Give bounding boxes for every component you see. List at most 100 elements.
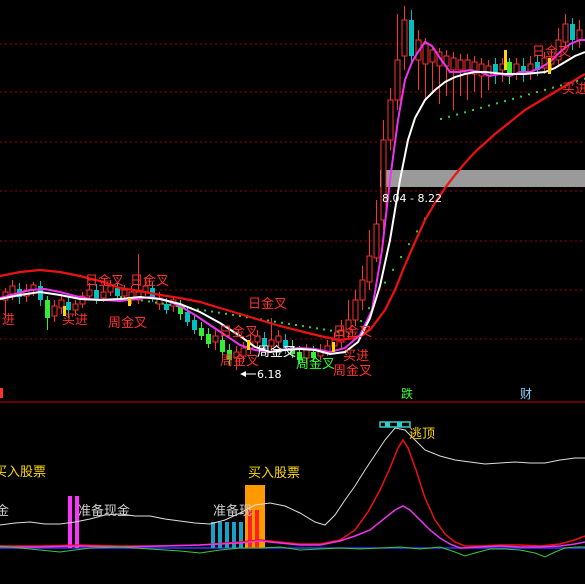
stop-dot [536, 91, 538, 94]
stop-dot [472, 109, 474, 112]
candle-body [359, 279, 366, 301]
buy-label: 买进 [562, 82, 585, 97]
cross-label-day-extra: 进 [2, 313, 15, 328]
indicator-red-line [0, 438, 585, 547]
stop-dot [488, 104, 490, 107]
candle-body [164, 304, 169, 310]
price-range-label: 8.04 - 8.22 [382, 192, 442, 205]
stop-dot [288, 322, 290, 325]
candlestick-series [2, 6, 583, 370]
candle-body [387, 99, 394, 141]
cross-label-week: 周金叉 [333, 363, 372, 379]
candle-body [409, 20, 414, 56]
cross-label-day: 日金叉 [219, 324, 258, 340]
stop-dot [360, 320, 362, 322]
trailing-stop-dots [120, 77, 585, 333]
candle-body [562, 23, 569, 43]
candle-body [457, 59, 464, 71]
cross-label-week: 周金叉 [257, 344, 296, 360]
stop-dot [504, 100, 506, 103]
stop-dot [120, 296, 122, 298]
stop-dot [512, 97, 514, 100]
stop-dot [162, 302, 164, 305]
candle-body [366, 255, 373, 283]
candle-body [121, 289, 128, 297]
candle-body [100, 291, 107, 299]
stop-dot [520, 95, 522, 98]
stop-dot [464, 111, 466, 114]
event-tags: 跌 财 [0, 386, 532, 401]
tag-die[interactable]: 跌 [401, 386, 413, 401]
stop-dot [225, 312, 227, 315]
prepare-cash-partial-label: 准备现 [213, 503, 252, 519]
stop-dot [211, 310, 213, 313]
stop-dot [302, 325, 304, 328]
candle-body [9, 285, 16, 295]
indicator-panel: 逃顶 买入股票 买入股票 准备现金 准备现 金 [0, 421, 585, 558]
candle-body [72, 303, 79, 311]
cross-label-day-extra: 日金叉 [333, 324, 372, 340]
stop-dot [496, 102, 498, 105]
stop-dot [274, 320, 276, 323]
stop-dot [440, 118, 442, 120]
stop-dot [552, 86, 554, 89]
stop-dot [384, 281, 386, 284]
prepare-cash-label: 准备现金 [78, 503, 130, 519]
candle-body [45, 300, 50, 318]
candle-body [422, 43, 429, 65]
candle-body [429, 49, 436, 63]
stop-dot [232, 313, 234, 316]
price-range-box[interactable] [380, 170, 585, 187]
stop-dot [392, 268, 394, 271]
stop-dot [400, 256, 402, 258]
ma-magenta-line [0, 39, 585, 354]
stop-dot [141, 299, 143, 302]
candle-body [212, 335, 219, 343]
stop-dot [528, 93, 530, 96]
cross-label-week: 周金叉 [220, 353, 259, 369]
escape-top-label: 逃顶 [409, 427, 435, 442]
stop-dot [448, 115, 450, 118]
buy-label: 买进 [343, 349, 369, 364]
yellow-signal-markers [63, 50, 551, 352]
stop-dot [416, 230, 418, 233]
stop-dot [169, 303, 171, 306]
cash-partial-label: 金 [0, 503, 9, 519]
candle-body [464, 59, 471, 75]
stop-dot [408, 243, 410, 246]
candle-body [352, 299, 359, 321]
candle-body [450, 57, 457, 71]
candle-body [66, 302, 71, 310]
candle-body [275, 335, 282, 343]
buy-stock-label-left: 买入股票 [0, 465, 46, 480]
candle-body [115, 288, 120, 296]
stop-dot [456, 113, 458, 116]
cross-label-day: 日金叉 [85, 273, 124, 289]
main-price-panel: 日金叉 日金叉 日金叉 日金叉 日金叉 周金叉 周金叉 周金叉 周金叉 周金叉 … [0, 6, 585, 403]
stop-dot [281, 321, 283, 324]
candle-body [576, 29, 583, 41]
stop-dot [309, 326, 311, 329]
cross-label-day: 日金叉 [130, 273, 169, 289]
stock-chart-canvas: 日金叉 日金叉 日金叉 日金叉 日金叉 周金叉 周金叉 周金叉 周金叉 周金叉 … [0, 6, 585, 558]
ma-white-line [0, 51, 585, 356]
candle-body [220, 340, 225, 352]
stop-dot [155, 301, 157, 304]
candle-body [570, 24, 575, 40]
stop-dot [368, 307, 370, 310]
candle-body [192, 320, 197, 330]
buy-stock-label: 买入股票 [248, 466, 300, 481]
candle-body [206, 334, 211, 344]
candle-body [185, 312, 190, 322]
tag-cai[interactable]: 财 [520, 387, 532, 401]
stop-dot [316, 327, 318, 330]
stop-dot [295, 324, 297, 326]
stop-dot [204, 309, 206, 312]
candle-body [373, 223, 380, 259]
stop-dot [544, 88, 546, 91]
candle-body [51, 305, 58, 317]
low-price-value: 6.18 [257, 368, 282, 381]
low-price-marker: 6.18 [240, 368, 282, 381]
stop-dot [330, 329, 332, 332]
cross-label-day: 日金叉 [532, 44, 571, 60]
